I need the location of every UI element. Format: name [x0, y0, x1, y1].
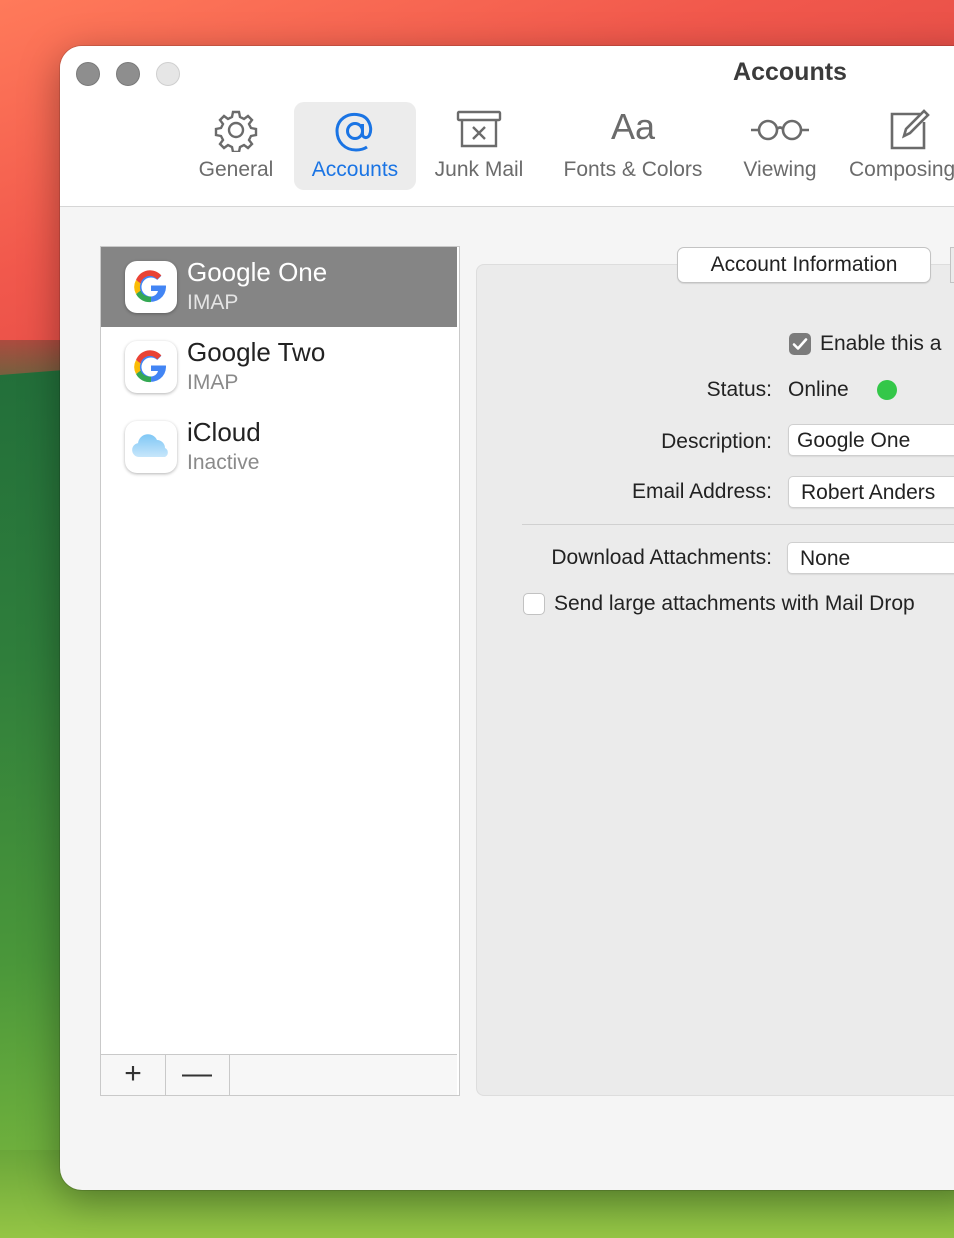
tab-next-segment[interactable] — [950, 247, 954, 283]
font-aa-icon: Aa — [610, 106, 656, 147]
icloud-icon — [125, 421, 177, 473]
close-button[interactable] — [76, 62, 100, 86]
checkmark-icon — [792, 338, 808, 350]
junk-trash-icon — [455, 108, 503, 157]
enable-account-label: Enable this a — [820, 332, 942, 355]
tab-accounts-label: Accounts — [311, 158, 399, 181]
account-name: Google One — [187, 257, 328, 287]
zoom-button[interactable] — [156, 62, 180, 86]
toolbar: Accounts General Accounts Junk Mail Aa F… — [60, 46, 954, 207]
preferences-window: Accounts General Accounts Junk Mail Aa F… — [60, 46, 954, 1190]
at-sign-icon — [332, 108, 378, 159]
tab-fonts-colors-label: Fonts & Colors — [563, 158, 703, 181]
tab-general[interactable]: General — [186, 102, 286, 190]
accounts-list: Google One IMAP Google Two IMAP iCloud I… — [100, 246, 460, 1096]
minimize-button[interactable] — [116, 62, 140, 86]
account-type: IMAP — [187, 371, 239, 394]
account-type: IMAP — [187, 291, 239, 314]
tab-composing[interactable]: Composing — [848, 102, 954, 190]
description-label: Description: — [661, 430, 772, 453]
list-footer: + — — [101, 1054, 457, 1095]
email-address-label: Email Address: — [631, 480, 772, 503]
status-value: Online — [788, 378, 849, 401]
mail-drop-label: Send large attachments with Mail Drop — [554, 592, 915, 615]
glasses-icon — [748, 108, 812, 157]
mail-drop-checkbox[interactable] — [523, 593, 545, 615]
account-status: Inactive — [187, 451, 260, 474]
tab-composing-label: Composing — [849, 158, 954, 181]
tab-account-information[interactable]: Account Information — [677, 247, 931, 283]
add-account-button[interactable]: + — [101, 1055, 166, 1095]
compose-icon — [886, 108, 930, 157]
status-label: Status: — [706, 378, 772, 401]
email-address-field[interactable]: Robert Anders — [788, 476, 954, 508]
list-item[interactable]: Google Two IMAP — [101, 327, 457, 407]
tab-viewing[interactable]: Viewing — [730, 102, 830, 190]
tab-accounts[interactable]: Accounts — [294, 102, 416, 190]
gear-icon — [214, 108, 258, 157]
enable-account-checkbox[interactable] — [789, 333, 811, 355]
divider — [522, 524, 954, 525]
tab-viewing-label: Viewing — [743, 158, 817, 181]
window-title: Accounts — [733, 58, 847, 86]
account-name: iCloud — [187, 417, 261, 447]
tab-junk-mail-label: Junk Mail — [434, 158, 524, 181]
remove-account-button[interactable]: — — [165, 1055, 230, 1095]
list-item[interactable]: iCloud Inactive — [101, 407, 457, 487]
download-attachments-select[interactable]: None — [787, 542, 954, 574]
account-name: Google Two — [187, 337, 326, 367]
tab-general-label: General — [198, 158, 274, 181]
google-icon — [125, 341, 177, 393]
google-icon — [125, 261, 177, 313]
tab-junk-mail[interactable]: Junk Mail — [424, 102, 534, 190]
status-online-indicator — [877, 380, 897, 400]
tab-fonts-colors[interactable]: Aa Fonts & Colors — [548, 102, 718, 190]
download-attachments-label: Download Attachments: — [551, 546, 772, 569]
list-item[interactable]: Google One IMAP — [101, 247, 457, 327]
description-field[interactable]: Google One — [788, 424, 954, 456]
